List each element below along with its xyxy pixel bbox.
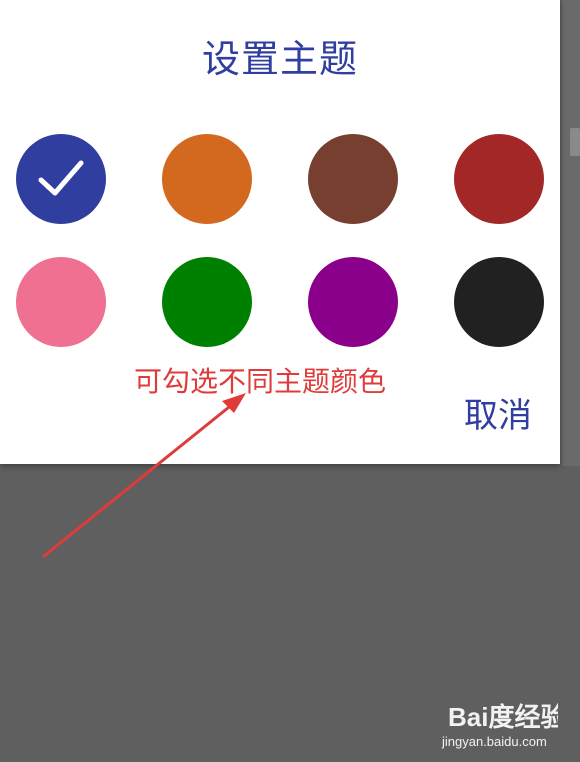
watermark-url: jingyan.baidu.com: [442, 734, 547, 749]
watermark: Bai度经验 jingyan.baidu.com: [442, 698, 558, 754]
watermark-logo-text: Bai度经验: [448, 702, 558, 732]
baidu-paw-logo: Bai度经验: [448, 702, 558, 732]
annotation-arrow: [42, 393, 246, 558]
